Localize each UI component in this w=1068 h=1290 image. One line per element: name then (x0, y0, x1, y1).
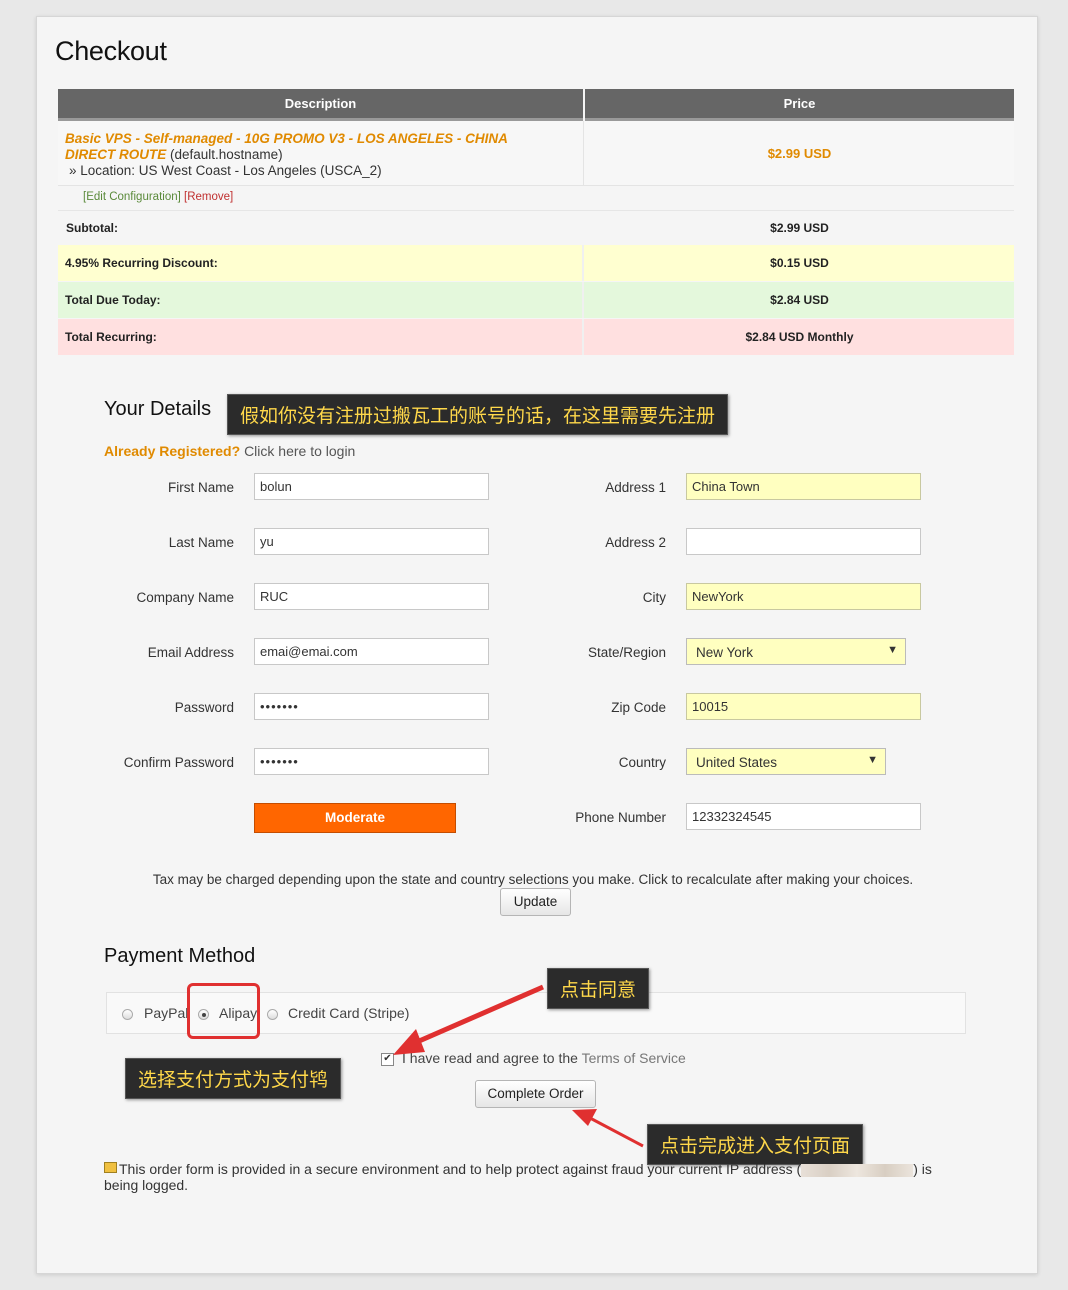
complete-arrow-line (589, 1116, 644, 1148)
lock-icon (104, 1162, 117, 1173)
secure-note-logged: being logged. (104, 1177, 189, 1193)
annotation-arrows (393, 984, 644, 1148)
complete-arrowhead (572, 1109, 597, 1126)
agree-arrowhead (393, 1029, 425, 1055)
secure-note-text-end: ) is (913, 1161, 932, 1177)
secure-note: This order form is provided in a secure … (104, 1161, 964, 1193)
blurred-ip-address (801, 1163, 914, 1177)
agree-arrow-line (409, 984, 544, 1048)
secure-note-text: This order form is provided in a secure … (119, 1161, 802, 1177)
